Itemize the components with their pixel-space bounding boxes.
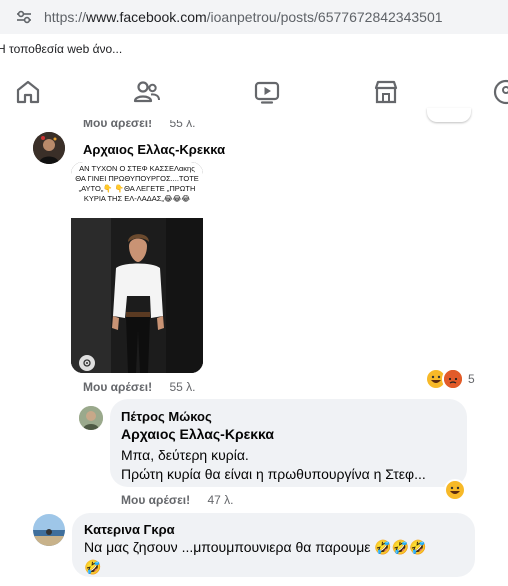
address-bar[interactable]: https://www.facebook.com/ioanpetrou/post… <box>0 0 508 34</box>
comment-author[interactable]: Αρχαιος Ελλας-Κρεκκα <box>83 142 225 157</box>
angry-reaction-icon <box>442 368 464 390</box>
url-path: /ioanpetrou/posts/6577672842343501 <box>206 9 443 25</box>
reaction-summary[interactable] <box>444 479 466 501</box>
photo-caption: ΑΝ ΤΥΧΟΝ Ο ΣΤΕΦ ΚΑΣΣΕΛακης ΘΑ ΓΙΝΕΙ ΠΡΩΘ… <box>71 162 203 218</box>
video-icon[interactable] <box>253 78 281 106</box>
home-icon[interactable] <box>14 78 42 106</box>
comment-text: Μπα, δεύτερη κυρία. <box>121 447 249 463</box>
avatar[interactable] <box>79 406 103 430</box>
avatar[interactable] <box>33 132 65 164</box>
comment-text: Να μας ζησουν ...μπουμπουνιερα θα παρουμ… <box>84 539 427 555</box>
comment-text: Πρώτη κυρία θα είναι η πρωθυπουργίνα η Σ… <box>121 466 426 482</box>
photo-options-icon[interactable] <box>79 355 95 371</box>
partial-reaction-pill <box>427 108 471 122</box>
reaction-count: 5 <box>468 372 475 386</box>
url-host: www.facebook.com <box>86 9 207 25</box>
comment-time: 55 λ. <box>169 380 196 394</box>
avatar[interactable] <box>33 514 65 546</box>
url-text[interactable]: https://www.facebook.com/ioanpetrou/post… <box>44 9 443 25</box>
bookmark-item[interactable]: Η τοποθεσία web άνο... <box>0 42 122 56</box>
comment-author[interactable]: Κατερινα Γκρα <box>84 522 175 537</box>
like-link[interactable]: Μου αρέσει! <box>121 493 190 507</box>
like-link[interactable]: Μου αρέσει! <box>83 380 152 394</box>
marketplace-icon[interactable] <box>372 78 400 106</box>
haha-reaction-icon <box>444 479 466 501</box>
reaction-summary[interactable]: 5 <box>425 368 475 390</box>
url-scheme: https:// <box>44 9 87 25</box>
comment-text: 🤣 <box>84 559 102 575</box>
groups-icon[interactable] <box>492 78 508 106</box>
bookmark-bar: Η τοποθεσία web άνο... <box>0 34 508 65</box>
comment-author[interactable]: Πέτρος Μώκος <box>121 409 212 424</box>
comment-time: 47 λ. <box>207 493 234 507</box>
friends-icon[interactable] <box>133 78 161 106</box>
comment-actions: Μου αρέσει! 47 λ. <box>121 493 233 507</box>
mention-link[interactable]: Αρχαιος Ελλας-Κρεκκα <box>121 426 274 442</box>
comments-section: Μου αρέσει! 55 λ. Αρχαιος Ελλας-Κρεκκα Α… <box>0 108 508 586</box>
comment-actions: Μου αρέσει! 55 λ. <box>83 380 195 394</box>
comment-photo[interactable]: ΑΝ ΤΥΧΟΝ Ο ΣΤΕΦ ΚΑΣΣΕΛακης ΘΑ ΓΙΝΕΙ ΠΡΩΘ… <box>71 162 203 373</box>
site-settings-icon[interactable] <box>14 7 34 27</box>
photo-image <box>71 218 203 373</box>
